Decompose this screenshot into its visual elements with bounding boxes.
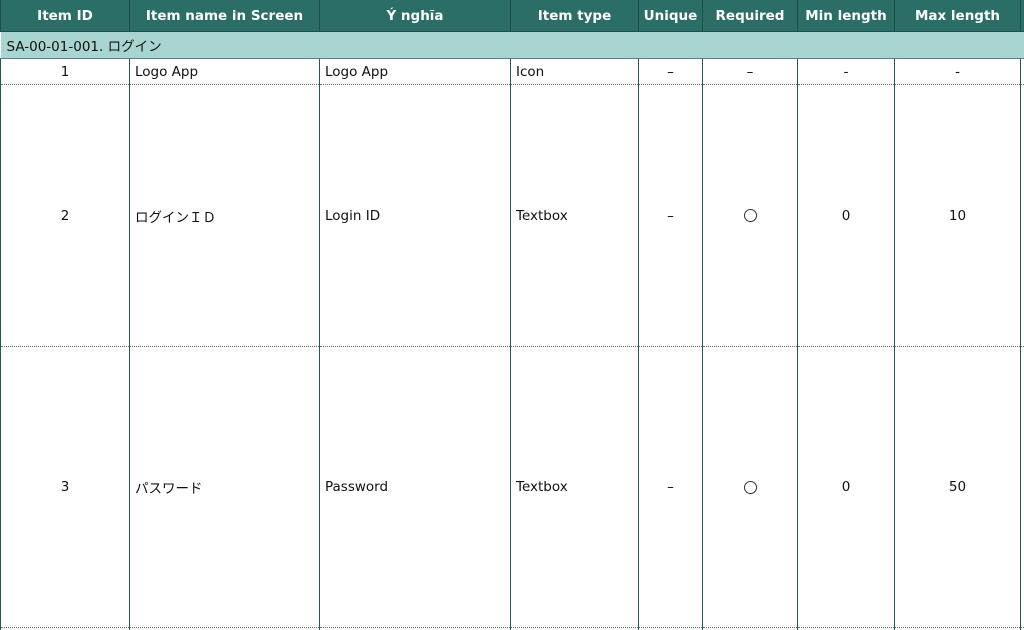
col-header-meaning[interactable]: Ý nghĩa <box>319 0 511 32</box>
cell-max-length[interactable]: 10 <box>894 84 1021 347</box>
cell-required[interactable] <box>702 84 798 347</box>
cell-extra[interactable] <box>1020 346 1024 628</box>
table-row: 2 ログインＩＤ Login ID Textbox – 0 10 <box>0 84 1024 347</box>
cell-item-type[interactable]: Textbox <box>510 346 639 628</box>
cell-max-length[interactable]: - <box>894 58 1021 85</box>
cell-item-id[interactable]: 2 <box>0 84 130 347</box>
col-header-min-length[interactable]: Min length <box>797 0 895 32</box>
cell-item-name[interactable]: Logo App <box>129 58 320 85</box>
cell-unique[interactable]: – <box>638 58 703 85</box>
table-row: 1 Logo App Logo App Icon – – - - <box>0 58 1024 85</box>
cell-item-type[interactable]: Textbox <box>510 84 639 347</box>
circle-icon <box>743 480 757 494</box>
cell-meaning[interactable]: Password <box>319 346 511 628</box>
cell-item-name[interactable]: ログインＩＤ <box>129 84 320 347</box>
cell-item-type[interactable]: Icon <box>510 58 639 85</box>
cell-extra[interactable] <box>1020 84 1024 347</box>
cell-max-length[interactable]: 50 <box>894 346 1021 628</box>
cell-unique[interactable]: – <box>638 346 703 628</box>
cell-item-name[interactable]: パスワード <box>129 346 320 628</box>
col-header-item-name[interactable]: Item name in Screen <box>129 0 320 32</box>
cell-unique[interactable]: – <box>638 84 703 347</box>
col-header-unique[interactable]: Unique <box>638 0 703 32</box>
cell-required[interactable] <box>702 346 798 628</box>
col-header-max-length[interactable]: Max length <box>894 0 1021 32</box>
header-row: Item ID Item name in Screen Ý nghĩa Item… <box>0 0 1024 32</box>
cell-item-id[interactable]: 3 <box>0 346 130 628</box>
item-definition-table: Item ID Item name in Screen Ý nghĩa Item… <box>0 0 1024 630</box>
spreadsheet-view: Item ID Item name in Screen Ý nghĩa Item… <box>0 0 1024 630</box>
section-row: SA-00-01-001. ログイン <box>0 31 1024 59</box>
cell-min-length[interactable]: - <box>797 58 895 85</box>
col-header-extra[interactable] <box>1020 0 1024 32</box>
col-header-item-id[interactable]: Item ID <box>0 0 130 32</box>
cell-min-length[interactable]: 0 <box>797 84 895 347</box>
cell-extra[interactable] <box>1020 58 1024 85</box>
section-title[interactable]: SA-00-01-001. ログイン <box>0 31 1024 59</box>
circle-icon <box>743 209 757 222</box>
table-row: 3 パスワード Password Textbox – 0 50 <box>0 346 1024 628</box>
col-header-required[interactable]: Required <box>702 0 798 32</box>
cell-min-length[interactable]: 0 <box>797 346 895 628</box>
cell-required[interactable]: – <box>702 58 798 85</box>
col-header-item-type[interactable]: Item type <box>510 0 639 32</box>
cell-meaning[interactable]: Login ID <box>319 84 511 347</box>
cell-item-id[interactable]: 1 <box>0 58 130 85</box>
cell-meaning[interactable]: Logo App <box>319 58 511 85</box>
